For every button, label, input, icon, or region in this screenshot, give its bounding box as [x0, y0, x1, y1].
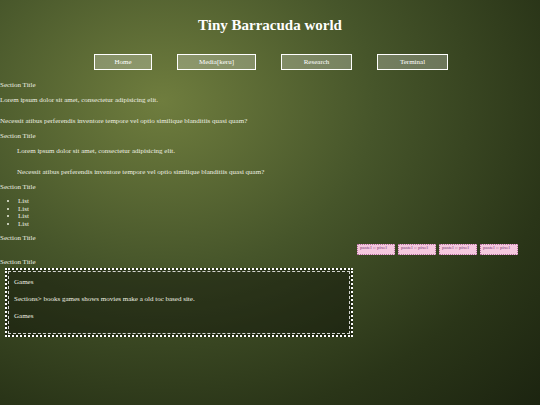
nav-button[interactable]: Research — [281, 54, 352, 70]
nav-button[interactable]: Media[keru] — [177, 54, 256, 70]
paragraph: Lorem ipsum dolor sit amet, consectetur … — [0, 96, 540, 105]
games-box: Games Sections> books games shows movies … — [5, 268, 353, 337]
section-title: Section Title — [0, 81, 540, 90]
section-title: Section Title — [0, 258, 540, 267]
badge[interactable]: pastel :: pixel — [357, 244, 395, 255]
nav-button[interactable]: Home — [94, 54, 152, 70]
section: Section TitleListListListList — [0, 183, 540, 234]
box-line: Sections> books games shows movies make … — [14, 295, 344, 304]
list-item: List — [18, 213, 540, 221]
section: Section Title Games Sections> books games … — [0, 258, 540, 337]
section: Section Title Lorem ipsum dolor sit amet,… — [0, 132, 540, 183]
section-title: Section Title — [0, 183, 540, 192]
section-title: Section Title — [0, 132, 540, 141]
list-item: List — [18, 198, 540, 206]
nav-button[interactable]: Terminal — [377, 54, 448, 70]
badge[interactable]: pastel :: pixel — [480, 244, 518, 255]
list-item: List — [18, 221, 540, 229]
badge[interactable]: pastel :: pixel — [398, 244, 436, 255]
content: Section Title Lorem ipsum dolor sit amet,… — [0, 81, 540, 337]
box-line: Games — [14, 278, 344, 287]
page: Tiny Barracuda world Home Media[keru] Resea… — [0, 0, 540, 405]
badge-row: pastel :: pixelpastel :: pixelpastel :: … — [357, 244, 518, 255]
section: Section Title Lorem ipsum dolor sit amet,… — [0, 81, 540, 132]
site-title: Tiny Barracuda world — [0, 0, 540, 34]
section: Section Titlepastel :: pixelpastel :: pi… — [0, 234, 540, 258]
paragraph: Necessit atibus perferendis inventore te… — [0, 117, 540, 126]
section-title: Section Title — [0, 234, 36, 243]
list: ListListListList — [0, 198, 540, 228]
badge[interactable]: pastel :: pixel — [439, 244, 477, 255]
box-line: Games — [14, 312, 344, 321]
paragraph: Lorem ipsum dolor sit amet, consectetur … — [0, 147, 540, 156]
paragraph: Necessit atibus perferendis inventore te… — [0, 168, 540, 177]
nav-bar: Home Media[keru] Research Terminal — [0, 54, 540, 70]
list-item: List — [18, 206, 540, 214]
